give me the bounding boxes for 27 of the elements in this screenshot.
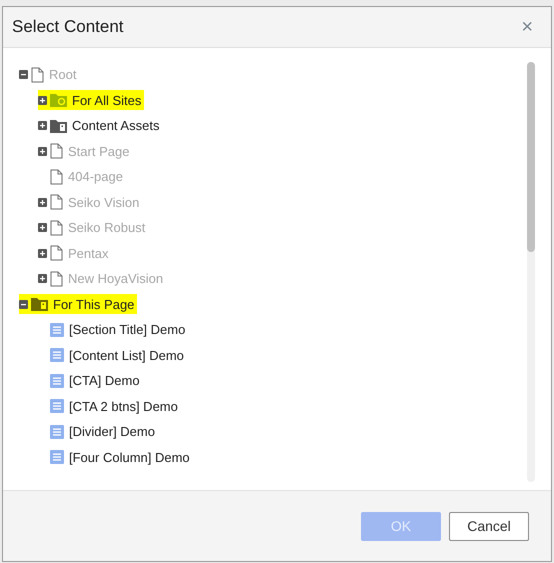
tree-item[interactable]: [Section Title] Demo <box>69 322 188 338</box>
block-icon <box>50 424 64 439</box>
page-icon <box>50 168 63 185</box>
page-icon <box>50 143 63 160</box>
tree-item[interactable]: [Four Column] Demo <box>69 450 193 465</box>
block-icon <box>50 374 64 388</box>
folder-icon <box>31 297 48 312</box>
page-icon <box>50 245 63 262</box>
collapse-icon[interactable] <box>19 300 28 309</box>
page-icon <box>50 220 63 236</box>
dialog-title: Select Content <box>12 17 124 37</box>
tree-item[interactable]: [CTA] Demo <box>69 373 143 388</box>
scrollbar[interactable] <box>527 62 535 482</box>
tree-item[interactable]: [CTA 2 btns] Demo <box>69 398 181 414</box>
page-icon <box>50 194 63 210</box>
block-icon <box>50 322 64 337</box>
folder-icon <box>50 118 67 133</box>
tree-item[interactable]: [Content List] Demo <box>69 348 187 363</box>
page-icon <box>31 66 44 83</box>
folder-icon <box>50 93 67 108</box>
tree-item[interactable]: For This Page <box>53 296 138 312</box>
block-icon <box>50 450 64 464</box>
page-icon <box>50 270 63 287</box>
block-icon <box>50 348 64 362</box>
block-icon <box>50 399 64 414</box>
cancel-button[interactable]: Cancel <box>449 512 529 540</box>
tree-item[interactable]: [Divider] Demo <box>69 424 158 440</box>
